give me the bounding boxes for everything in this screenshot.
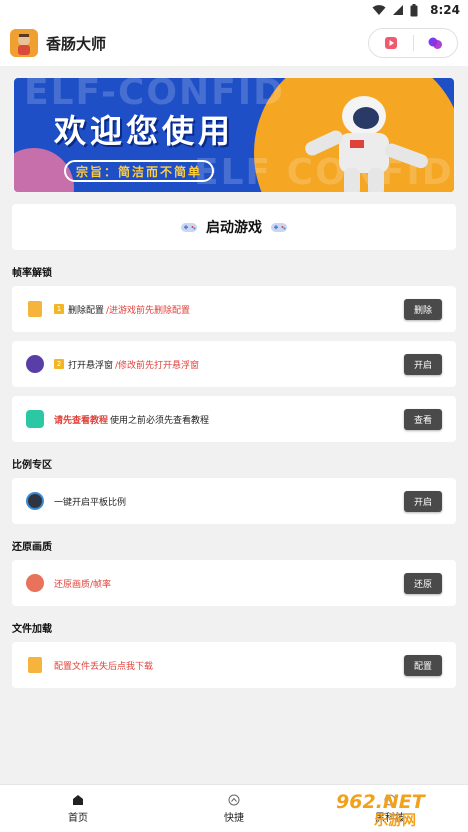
play-icon: [384, 37, 397, 49]
row-prefix: 请先查看教程: [54, 415, 109, 426]
step-badge: 1: [54, 304, 64, 314]
section-title-file-load: 文件加载: [12, 624, 52, 635]
welcome-banner: ELF-CONFID ELF CONFIDEN 欢迎您使用 宗旨：简洁而不简单: [12, 76, 456, 194]
row-suffix: /修改前先打开悬浮窗: [115, 360, 200, 371]
row-text: 配置文件丢失后点我下载: [54, 661, 154, 672]
open-button[interactable]: 开启: [404, 353, 442, 375]
app-logo: [10, 29, 38, 57]
sausage-man-icon: [10, 29, 38, 57]
status-time: 8:24: [430, 3, 460, 17]
restore-icon: [26, 574, 44, 592]
view-button[interactable]: 查看: [404, 408, 442, 430]
row-text: 还原画质/帧率: [54, 579, 112, 590]
banner-welcome-text: 欢迎您使用: [54, 112, 235, 150]
config-button[interactable]: 配置: [404, 654, 442, 676]
delete-button[interactable]: 删除: [404, 298, 442, 320]
watermark-logo: 962.NET 乐游网: [334, 788, 462, 828]
list-item-view-tutorial: 请先查看教程 使用之前必须先查看教程 查看: [12, 396, 456, 442]
list-item-restore-quality: 还原画质/帧率 还原: [12, 560, 456, 606]
section-title-ratio: 比例专区: [12, 460, 52, 471]
list-item-tablet-ratio: 一键开启平板比例 开启: [12, 478, 456, 524]
battery-icon: [410, 3, 418, 16]
folder-icon: [28, 301, 42, 317]
row-text: 1 删除配置/进游戏前先删除配置: [54, 303, 404, 316]
row-prefix: 删除配置: [68, 305, 105, 316]
list-item-delete-config: 1 删除配置/进游戏前先删除配置 删除: [12, 286, 456, 332]
step-badge: 2: [54, 359, 64, 369]
app-bar: 香肠大师: [0, 20, 468, 66]
wifi-icon: [372, 5, 386, 15]
nav-label: 快捷: [224, 812, 244, 824]
signal-icon: [393, 5, 404, 15]
row-suffix: 使用之前必须先查看教程: [110, 415, 210, 426]
home-icon: [73, 794, 83, 805]
restore-button[interactable]: 还原: [404, 572, 442, 594]
start-game-button[interactable]: 启动游戏: [12, 204, 456, 250]
status-bar: 8:24: [0, 0, 468, 20]
tutorial-icon: [26, 410, 44, 428]
main-content: ELF-CONFID ELF CONFIDEN 欢迎您使用 宗旨：简洁而不简单 …: [0, 66, 468, 784]
header-capsule: [368, 28, 458, 58]
banner-motto: 宗旨：简洁而不简单: [64, 160, 215, 182]
row-prefix: 打开悬浮窗: [68, 360, 114, 371]
video-button[interactable]: [369, 29, 413, 57]
nav-label: 首页: [68, 812, 88, 824]
gamepad-icon: [181, 223, 197, 232]
svg-text:962.NET: 962.NET: [336, 791, 427, 813]
row-text: 请先查看教程 使用之前必须先查看教程: [54, 413, 404, 426]
astronaut-illustration: [305, 96, 428, 192]
list-item-open-floating-window: 2 打开悬浮窗/修改前先打开悬浮窗 开启: [12, 341, 456, 387]
section-title-frame-unlock: 帧率解锁: [12, 268, 52, 279]
nav-item-shortcut[interactable]: 快捷: [156, 785, 312, 832]
file-icon: [28, 657, 42, 673]
start-game-label: 启动游戏: [206, 220, 262, 236]
ratio-icon: [26, 492, 44, 510]
app-title: 香肠大师: [46, 34, 107, 53]
nav-item-home[interactable]: 首页: [0, 785, 156, 832]
section-title-restore: 还原画质: [12, 542, 52, 553]
gamepad-icon: [271, 223, 287, 232]
svg-text:乐游网: 乐游网: [374, 812, 416, 828]
watermark-962-logo: 962.NET 乐游网: [336, 791, 427, 828]
enable-tablet-ratio-button[interactable]: 开启: [404, 490, 442, 512]
list-item-download-config: 配置文件丢失后点我下载 配置: [12, 642, 456, 688]
row-text: 2 打开悬浮窗/修改前先打开悬浮窗: [54, 358, 404, 371]
gamepad-icon: [228, 794, 240, 805]
float-window-icon: [26, 355, 44, 373]
bubble-icon: [428, 37, 443, 49]
row-text: 一键开启平板比例: [54, 497, 127, 508]
row-suffix: /进游戏前先删除配置: [106, 305, 191, 316]
mini-button[interactable]: [414, 29, 458, 57]
